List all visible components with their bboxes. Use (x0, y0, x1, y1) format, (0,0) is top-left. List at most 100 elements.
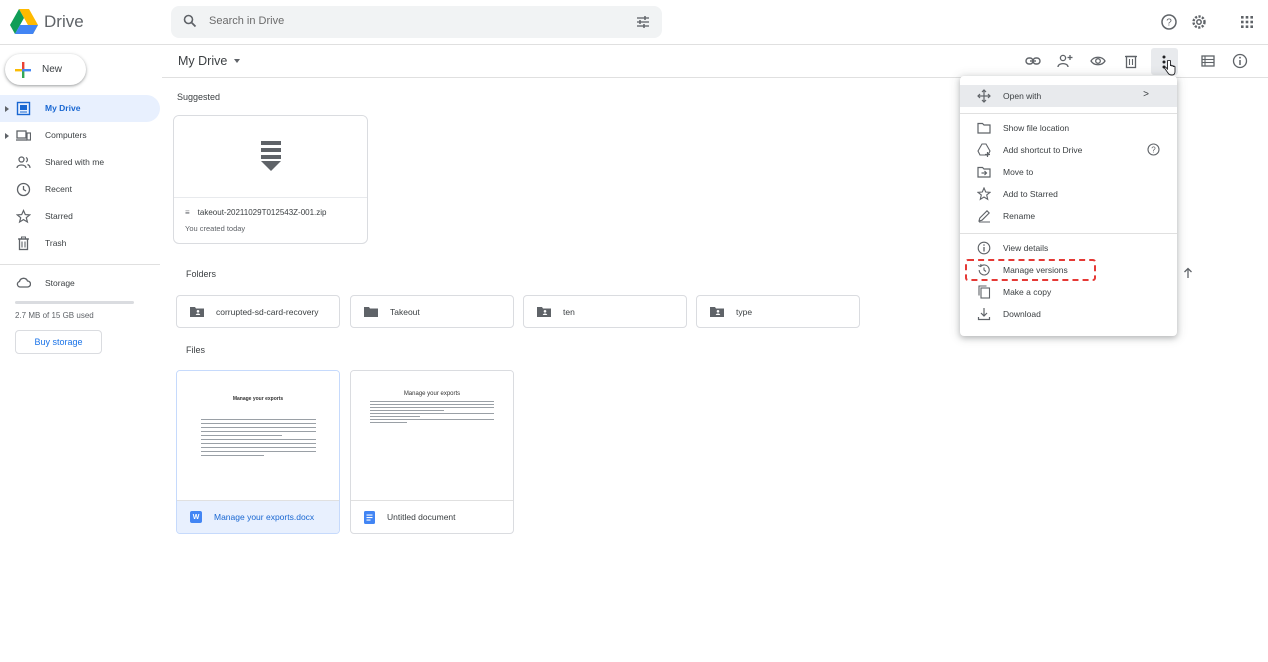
menu-divider (960, 113, 1177, 114)
buy-storage-button[interactable]: Buy storage (15, 330, 102, 354)
plus-icon (15, 61, 31, 78)
expand-caret-icon[interactable] (5, 133, 9, 139)
file-activity: You created today (185, 224, 246, 233)
sidebar-item-label: Computers (45, 130, 87, 140)
clock-icon (16, 182, 31, 197)
star-outline-icon (977, 187, 991, 201)
help-icon[interactable]: ? (1160, 13, 1178, 31)
file-context-menu: Open with > Show file location Add short… (960, 76, 1177, 336)
top-bar: Drive Search in Drive ? (0, 0, 1268, 45)
storage-usage-bar (15, 301, 134, 304)
suggested-file-card[interactable]: ≡ takeout-20211029T012543Z-001.zip You c… (173, 115, 368, 244)
folder-name: Takeout (390, 306, 420, 317)
sidebar-item-my-drive[interactable]: My Drive (0, 95, 160, 122)
apps-grid-icon[interactable] (1238, 13, 1256, 31)
folder-name: corrupted-sd-card-recovery (216, 306, 319, 317)
storage-used-text: 2.7 MB of 15 GB used (15, 311, 94, 320)
file-card[interactable]: Manage your exports Untitled document (350, 370, 514, 534)
sort-direction-arrow-icon[interactable] (1183, 267, 1193, 279)
add-shortcut-icon (977, 143, 991, 157)
file-preview: Manage your exports (177, 371, 339, 501)
menu-item-label: Rename (1003, 211, 1036, 221)
get-link-icon[interactable] (1025, 53, 1041, 69)
menu-item-show-file-location[interactable]: Show file location (960, 117, 1177, 139)
drive-logo-icon (10, 9, 38, 34)
file-name: Manage your exports.docx (214, 512, 315, 522)
move-to-folder-icon (977, 166, 991, 178)
sidebar-item-trash[interactable]: Trash (0, 230, 160, 257)
page-title: My Drive (178, 54, 228, 68)
folder-item[interactable]: ten (523, 295, 687, 328)
folders-heading: Folders (186, 269, 217, 279)
app-name: Drive (44, 11, 84, 31)
sidebar-item-label: Starred (45, 211, 73, 221)
content-toolbar: My Drive (162, 45, 1268, 78)
search-bar[interactable]: Search in Drive (171, 6, 662, 38)
preview-eye-icon[interactable] (1090, 53, 1106, 69)
download-icon (977, 308, 991, 321)
folder-icon (364, 307, 378, 317)
menu-item-download[interactable]: Download (960, 303, 1177, 325)
menu-item-label: Add shortcut to Drive (1003, 145, 1083, 155)
sidebar-item-label: Shared with me (45, 157, 105, 167)
menu-item-move-to[interactable]: Move to (960, 161, 1177, 183)
file-name-row: Untitled document (351, 501, 513, 533)
file-preview: Manage your exports (351, 371, 513, 501)
menu-item-make-a-copy[interactable]: Make a copy (960, 281, 1177, 303)
folder-item[interactable]: type (696, 295, 860, 328)
folder-item[interactable]: corrupted-sd-card-recovery (176, 295, 340, 328)
move-arrows-icon (977, 89, 991, 103)
list-view-icon[interactable] (1200, 53, 1216, 69)
more-actions-button[interactable] (1151, 48, 1178, 76)
share-person-add-icon[interactable] (1057, 53, 1073, 69)
details-info-icon[interactable] (1232, 53, 1248, 69)
menu-item-label: View details (1003, 243, 1049, 253)
preview-text-lines (370, 401, 494, 425)
search-options-icon[interactable] (636, 15, 650, 29)
expand-caret-icon[interactable] (5, 106, 9, 112)
help-circle-icon[interactable]: ? (1147, 143, 1160, 156)
chevron-down-icon (234, 59, 241, 63)
cloud-icon (16, 277, 31, 288)
shared-folder-icon (537, 307, 551, 317)
search-icon[interactable] (183, 14, 197, 28)
svg-text:?: ? (1151, 145, 1156, 154)
sidebar-item-shared-with-me[interactable]: Shared with me (0, 149, 160, 176)
new-button[interactable]: New (5, 54, 86, 85)
file-name-row: W Manage your exports.docx (177, 501, 339, 533)
folder-item[interactable]: Takeout (350, 295, 514, 328)
storage-label: Storage (45, 278, 75, 288)
search-input[interactable]: Search in Drive (209, 15, 284, 27)
file-name: takeout-20211029T012543Z-001.zip (197, 208, 327, 217)
menu-item-label: Make a copy (1003, 287, 1052, 297)
location-title[interactable]: My Drive (178, 54, 241, 68)
files-heading: Files (186, 345, 206, 355)
menu-item-view-details[interactable]: View details (960, 237, 1177, 259)
trash-icon (18, 236, 29, 251)
zip-archive-icon (261, 141, 281, 171)
preview-text-lines (201, 419, 316, 459)
menu-item-open-with[interactable]: Open with > (960, 85, 1177, 107)
sidebar-item-storage[interactable]: Storage (0, 272, 160, 294)
drive-logo[interactable]: Drive (10, 9, 84, 34)
file-card[interactable]: Manage your exports W Manage your export… (176, 370, 340, 534)
menu-item-add-shortcut[interactable]: Add shortcut to Drive ? (960, 139, 1177, 161)
menu-item-label: Move to (1003, 167, 1034, 177)
menu-item-label: Add to Starred (1003, 189, 1058, 199)
info-icon (977, 241, 991, 255)
shared-folder-icon (710, 307, 724, 317)
menu-item-label: Download (1003, 309, 1041, 319)
svg-text:?: ? (1166, 18, 1172, 29)
manage-versions-highlight (965, 259, 1096, 281)
menu-divider (960, 233, 1177, 234)
settings-gear-icon[interactable] (1190, 13, 1208, 31)
sidebar-item-label: My Drive (45, 103, 81, 113)
remove-trash-icon[interactable] (1123, 53, 1139, 69)
file-thumbnail (174, 116, 367, 198)
menu-item-rename[interactable]: Rename (960, 205, 1177, 227)
menu-item-add-to-starred[interactable]: Add to Starred (960, 183, 1177, 205)
sidebar-item-starred[interactable]: Starred (0, 203, 160, 230)
pencil-icon (978, 210, 990, 223)
sidebar-item-computers[interactable]: Computers (0, 122, 160, 149)
sidebar-item-recent[interactable]: Recent (0, 176, 160, 203)
